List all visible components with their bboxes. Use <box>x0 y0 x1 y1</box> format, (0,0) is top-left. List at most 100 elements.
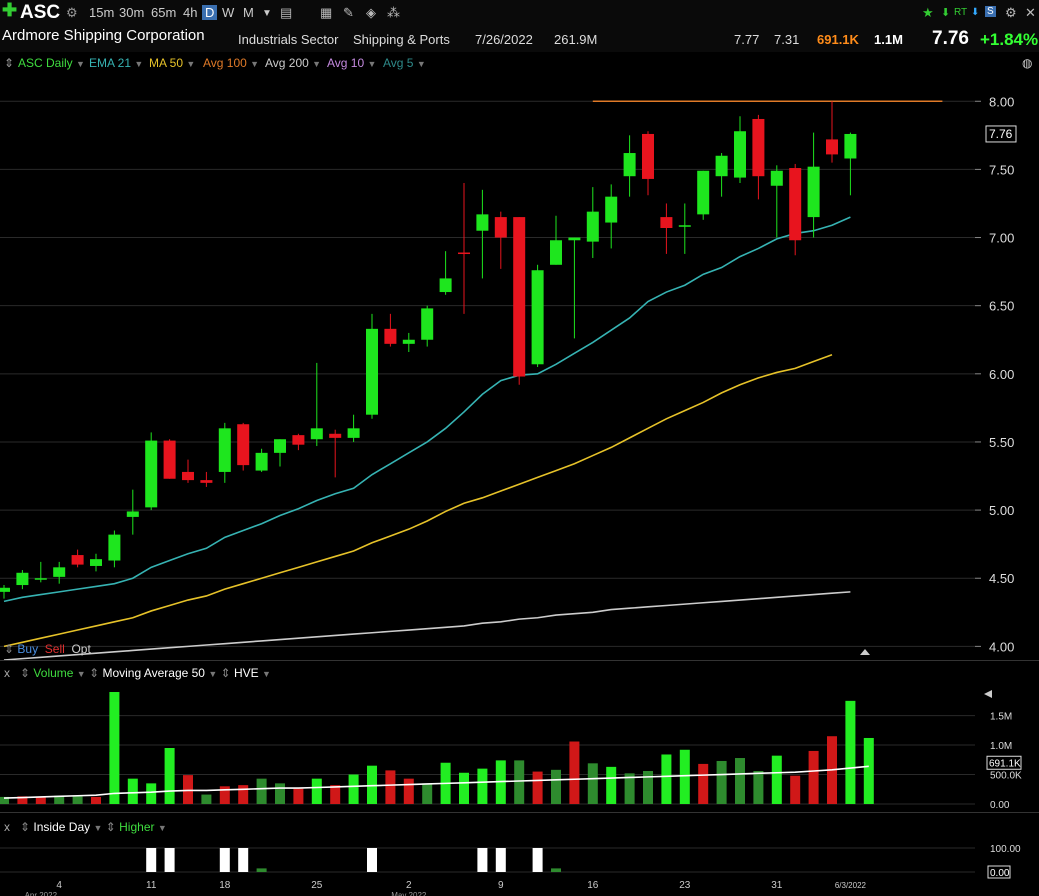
reorder-icon[interactable]: ⇕ <box>4 56 14 70</box>
candle-body <box>126 511 139 517</box>
volume-chart[interactable]: 0.00 500.0K 1.0M 1.5M 691.1K <box>0 684 1039 810</box>
close-icon[interactable]: ✕ <box>1025 5 1036 21</box>
close-volume-pane[interactable]: x <box>4 666 10 680</box>
day-volume: 691.1K <box>817 32 859 47</box>
study-hve[interactable]: HVE <box>234 666 259 680</box>
sector[interactable]: Industrials Sector <box>238 32 338 47</box>
x-tick-label: 4 <box>56 880 62 891</box>
close-indicator-pane[interactable]: x <box>4 820 10 834</box>
inside-day-bar <box>495 848 506 872</box>
trade-controls: ⇕ Buy Sell Opt <box>4 642 91 656</box>
price-tick-label: 6.50 <box>989 299 1014 314</box>
price-tick-label: 6.00 <box>989 367 1014 382</box>
candle-body <box>402 339 415 344</box>
volume-bar <box>716 760 727 804</box>
volume-bar <box>91 796 101 804</box>
study-ema21[interactable]: EMA 21 ▼ <box>89 56 143 70</box>
volume-tick-label: 1.5M <box>990 712 1012 723</box>
streaming-label[interactable]: S <box>985 6 996 17</box>
candle-body <box>0 587 10 592</box>
candle-body <box>494 217 507 238</box>
candle-body <box>568 237 581 241</box>
price-chart[interactable]: 4.00 4.50 5.00 5.50 6.00 6.50 7.00 7.50 8.00 7.76 <box>0 74 1039 660</box>
volume-bar <box>606 766 617 804</box>
inside-day-bar <box>164 848 175 872</box>
study-avg100[interactable]: Avg 100 ▼ <box>203 56 259 70</box>
volume-bar <box>146 783 157 804</box>
interval-monthly[interactable]: M <box>243 5 254 20</box>
study-inside-day[interactable]: Inside Day <box>33 820 90 834</box>
volume-bar <box>311 778 322 804</box>
star-icon[interactable]: ★ <box>922 5 934 21</box>
interval-daily[interactable]: D <box>202 5 218 20</box>
calculator-icon[interactable]: ▦ <box>320 5 332 21</box>
studies-bar: ⇕ ASC Daily ▼ EMA 21 ▼ MA 50 ▼ Avg 100 ▼… <box>0 52 1039 74</box>
interval-30m[interactable]: 30m <box>119 5 144 20</box>
interval-65m[interactable]: 65m <box>151 5 176 20</box>
realtime-label[interactable]: RT <box>954 7 967 18</box>
x-tick-label: 31 <box>771 880 783 891</box>
toolbar: ✚ ASC ⚙ 15m 30m 65m 4h D W M ▼ ▤ ▦ ✎ ◈ ⁂… <box>0 0 1039 26</box>
inside-day-chart[interactable]: 100.00 0.00 4 11 18 25 2 9 16 23 31 6/3/2022 Apr 20… <box>0 838 1039 896</box>
price-tick-label: 5.00 <box>989 503 1014 518</box>
price-tick-label: 8.00 <box>989 94 1014 109</box>
study-ma50[interactable]: MA 50 ▼ <box>149 56 195 70</box>
candle-body <box>734 131 746 178</box>
x-tick-label: 2 <box>406 880 412 891</box>
realtime-icon[interactable]: ⬇ <box>941 6 950 19</box>
study-volume[interactable]: Volume <box>33 666 73 680</box>
industry[interactable]: Shipping & Ports <box>353 32 450 47</box>
volume-bar <box>164 748 175 804</box>
volume-bar <box>183 775 193 804</box>
share-icon[interactable]: ⁂ <box>387 5 400 21</box>
price-tick-label: 7.00 <box>989 231 1014 246</box>
filter-icon[interactable]: ⬇ <box>971 7 979 18</box>
sell-button[interactable]: Sell <box>45 642 65 656</box>
volume-bar <box>698 763 709 804</box>
volume-bar <box>403 778 414 804</box>
pane-divider-2[interactable] <box>0 812 1039 813</box>
add-symbol-icon[interactable]: ✚ <box>2 0 17 21</box>
symbol-input[interactable]: ASC <box>20 2 60 24</box>
interval-dropdown-icon[interactable]: ▼ <box>262 8 272 19</box>
candle-body <box>458 252 470 255</box>
palette-icon[interactable]: ◍ <box>1022 56 1032 70</box>
candle-body <box>439 278 452 293</box>
day-low: 7.31 <box>774 32 800 47</box>
interval-weekly[interactable]: W <box>222 5 234 20</box>
inside-day-bar <box>551 868 561 872</box>
study-asc-daily[interactable]: ASC Daily ▼ <box>18 56 85 70</box>
study-avg10[interactable]: Avg 10 ▼ <box>327 56 376 70</box>
options-button[interactable]: Opt <box>71 642 90 656</box>
x-sub-label: May 2022 <box>391 891 427 896</box>
buy-button[interactable]: Buy <box>17 642 38 656</box>
tags-icon[interactable]: ◈ <box>366 5 376 21</box>
study-higher[interactable]: Higher <box>119 820 154 834</box>
study-volume-ma50[interactable]: Moving Average 50 <box>102 666 205 680</box>
pane-divider[interactable] <box>0 660 1039 661</box>
volume-bar <box>201 794 212 804</box>
candle-body <box>237 424 250 466</box>
volume-bar <box>348 774 359 804</box>
volume-bar <box>863 737 874 804</box>
candle-body <box>90 559 102 566</box>
volume-bar <box>330 785 341 804</box>
draw-pencil-icon[interactable]: ✎ <box>343 5 354 21</box>
study-avg5[interactable]: Avg 5 ▼ <box>383 56 426 70</box>
volume-tick-label: 0.00 <box>990 800 1010 810</box>
x-tick-label: 25 <box>311 880 323 891</box>
volume-bar <box>551 769 561 804</box>
volume-bar <box>72 796 83 804</box>
interval-4h[interactable]: 4h <box>183 5 197 20</box>
interval-15m[interactable]: 15m <box>89 5 114 20</box>
study-avg200[interactable]: Avg 200 ▼ <box>265 56 321 70</box>
ipo-date: 7/26/2022 <box>475 32 533 47</box>
chart-type-icon[interactable]: ▤ <box>280 5 292 21</box>
candle-body <box>218 428 231 472</box>
company-name: Ardmore Shipping Corporation <box>2 27 205 44</box>
settings-gear-icon[interactable]: ⚙ <box>1005 5 1017 21</box>
candle-body <box>531 270 544 365</box>
settings-icon[interactable]: ⚙ <box>66 5 78 21</box>
inside-day-bar <box>146 848 157 872</box>
volume-bar <box>661 754 672 804</box>
